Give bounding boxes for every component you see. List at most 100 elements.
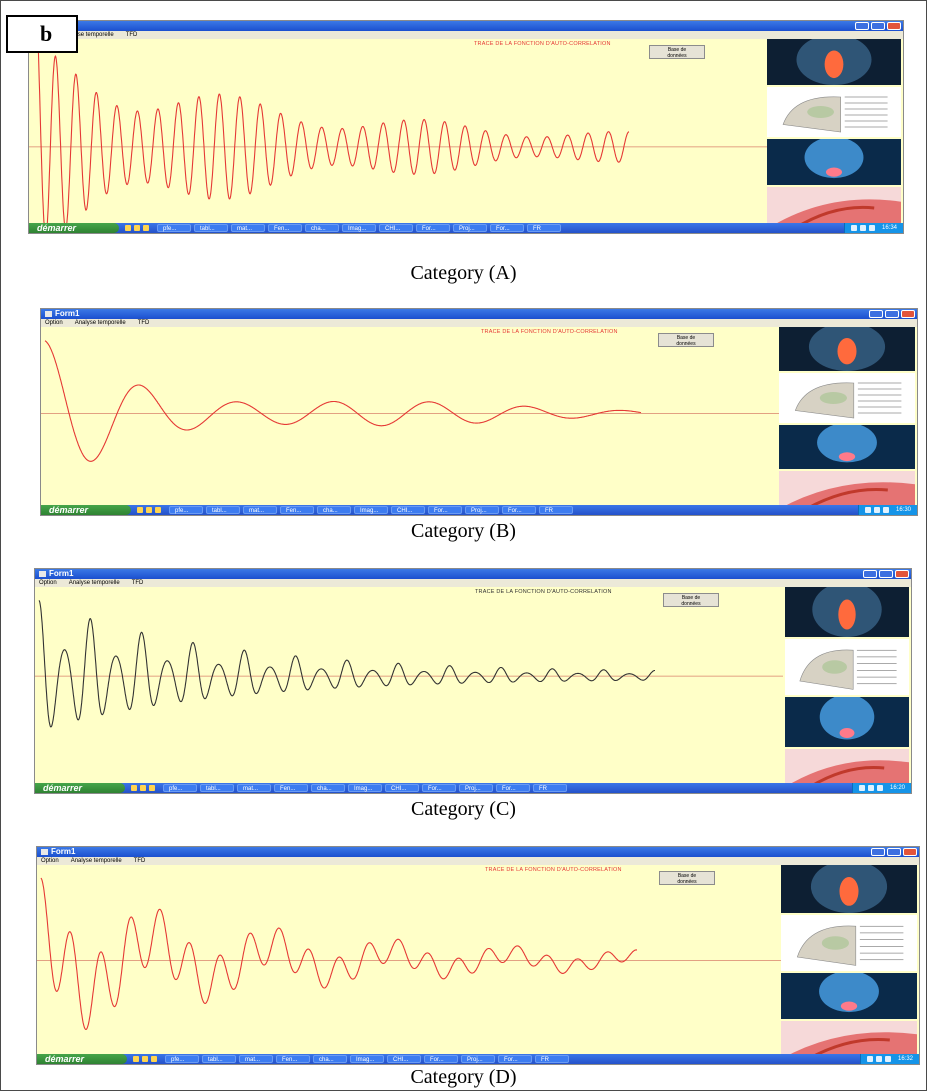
taskbar-item[interactable]: CHI... [391, 506, 425, 514]
minimize-button[interactable] [855, 22, 869, 30]
minimize-button[interactable] [871, 848, 885, 856]
taskbar-item[interactable]: CHI... [385, 784, 419, 792]
tray-icon[interactable] [876, 785, 883, 791]
taskbar-item[interactable]: Fen... [276, 1055, 310, 1063]
close-button[interactable] [901, 310, 915, 318]
ie-icon[interactable] [131, 785, 137, 791]
media-icon[interactable] [143, 225, 149, 231]
clock: 16:34 [881, 225, 897, 231]
start-button[interactable]: démarrer [37, 1054, 127, 1064]
tray-icon[interactable] [859, 225, 866, 231]
taskbar-item[interactable]: mat... [231, 224, 265, 232]
taskbar-item[interactable]: tabl... [200, 784, 234, 792]
menu-tfd[interactable]: TFD [126, 32, 138, 38]
tray-icon[interactable] [884, 1056, 891, 1062]
ie-icon[interactable] [125, 225, 131, 231]
taskbar-item[interactable]: Imag... [348, 784, 382, 792]
taskbar-item[interactable]: For... [424, 1055, 458, 1063]
tray-icon[interactable] [875, 1056, 882, 1062]
taskbar-item[interactable]: CHI... [379, 224, 413, 232]
media-icon[interactable] [149, 785, 155, 791]
menu-option[interactable]: Option [39, 580, 57, 586]
taskbar-item[interactable]: For... [416, 224, 450, 232]
taskbar-item[interactable]: cha... [311, 784, 345, 792]
start-button[interactable]: démarrer [29, 223, 119, 233]
language-indicator[interactable]: FR [535, 1055, 569, 1063]
maximize-button[interactable] [871, 22, 885, 30]
tray-icon[interactable] [864, 507, 871, 513]
menu-tfd[interactable]: TFD [132, 580, 144, 586]
taskbar-item[interactable]: For... [502, 506, 536, 514]
taskbar-item[interactable]: For... [496, 784, 530, 792]
folder-icon[interactable] [140, 785, 146, 791]
folder-icon[interactable] [142, 1056, 148, 1062]
close-button[interactable] [887, 22, 901, 30]
taskbar-item[interactable]: tabl... [206, 506, 240, 514]
language-indicator[interactable]: FR [527, 224, 561, 232]
taskbar-item[interactable]: Imag... [342, 224, 376, 232]
close-button[interactable] [895, 570, 909, 578]
start-button[interactable]: démarrer [41, 505, 131, 515]
taskbar-item[interactable]: CHI... [387, 1055, 421, 1063]
taskbar-item[interactable]: Imag... [350, 1055, 384, 1063]
quick-launch [131, 785, 155, 791]
taskbar-item[interactable]: pfe... [169, 506, 203, 514]
maximize-button[interactable] [879, 570, 893, 578]
menu-analyse-temporelle[interactable]: Analyse temporelle [71, 858, 122, 864]
menu-tfd[interactable]: TFD [134, 858, 146, 864]
menu-analyse-temporelle[interactable]: Analyse temporelle [69, 580, 120, 586]
menu-option[interactable]: Option [45, 320, 63, 326]
tray-icon[interactable] [867, 785, 874, 791]
taskbar-item[interactable]: cha... [317, 506, 351, 514]
tray-icon[interactable] [868, 225, 875, 231]
tray-icon[interactable] [882, 507, 889, 513]
neck-section-image [779, 471, 915, 509]
menu-tfd[interactable]: TFD [138, 320, 150, 326]
window-icon [41, 849, 48, 855]
taskbar-item[interactable]: For... [428, 506, 462, 514]
media-icon[interactable] [151, 1056, 157, 1062]
taskbar-item[interactable]: Proj... [453, 224, 487, 232]
taskbar-item[interactable]: pfe... [157, 224, 191, 232]
taskbar-item[interactable]: Proj... [459, 784, 493, 792]
taskbar-item[interactable]: tabl... [202, 1055, 236, 1063]
menu-analyse-temporelle[interactable]: Analyse temporelle [75, 320, 126, 326]
taskbar-item[interactable]: pfe... [163, 784, 197, 792]
system-tray: 16:30 [857, 505, 917, 515]
maximize-button[interactable] [885, 310, 899, 318]
language-indicator[interactable]: FR [533, 784, 567, 792]
ie-icon[interactable] [137, 507, 143, 513]
caption-category-c: Category (C) [411, 798, 516, 820]
tray-icon[interactable] [850, 225, 857, 231]
maximize-button[interactable] [887, 848, 901, 856]
taskbar-item[interactable]: mat... [239, 1055, 273, 1063]
folder-icon[interactable] [146, 507, 152, 513]
taskbar-item[interactable]: cha... [313, 1055, 347, 1063]
taskbar-item[interactable]: For... [490, 224, 524, 232]
taskbar-item[interactable]: Fen... [268, 224, 302, 232]
media-icon[interactable] [155, 507, 161, 513]
taskbar-item[interactable]: pfe... [165, 1055, 199, 1063]
taskbar-item[interactable]: Proj... [461, 1055, 495, 1063]
taskbar-item[interactable]: cha... [305, 224, 339, 232]
minimize-button[interactable] [863, 570, 877, 578]
taskbar-item[interactable]: Fen... [274, 784, 308, 792]
close-button[interactable] [903, 848, 917, 856]
taskbar-item[interactable]: For... [498, 1055, 532, 1063]
language-indicator[interactable]: FR [539, 506, 573, 514]
tray-icon[interactable] [858, 785, 865, 791]
start-button[interactable]: démarrer [35, 783, 125, 793]
tray-icon[interactable] [873, 507, 880, 513]
taskbar-item[interactable]: Imag... [354, 506, 388, 514]
ie-icon[interactable] [133, 1056, 139, 1062]
folder-icon[interactable] [134, 225, 140, 231]
tray-icon[interactable] [866, 1056, 873, 1062]
taskbar-item[interactable]: Fen... [280, 506, 314, 514]
taskbar-item[interactable]: Proj... [465, 506, 499, 514]
taskbar-item[interactable]: mat... [243, 506, 277, 514]
minimize-button[interactable] [869, 310, 883, 318]
taskbar-item[interactable]: For... [422, 784, 456, 792]
menu-option[interactable]: Option [41, 858, 59, 864]
taskbar-item[interactable]: mat... [237, 784, 271, 792]
taskbar-item[interactable]: tabl... [194, 224, 228, 232]
